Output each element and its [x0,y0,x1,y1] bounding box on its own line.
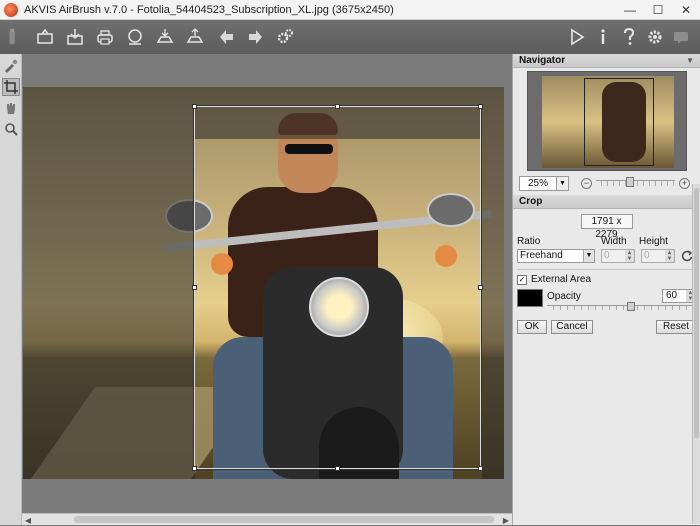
help-icon[interactable] [616,24,642,50]
zoom-controls: 25% ▼ − + [519,175,694,191]
crop-frame[interactable] [192,104,483,471]
collapse-icon[interactable]: ▼ [686,56,694,65]
navigator-preview[interactable] [526,71,687,171]
close-button[interactable]: ✕ [672,0,700,20]
zoom-level-field[interactable]: 25% [519,175,557,191]
reset-button[interactable]: Reset [656,320,696,334]
external-area-row: ✓ External Area [517,274,696,285]
crop-handle-top-left[interactable] [192,104,197,109]
navigator-header[interactable]: Navigator ▼ [513,54,700,68]
run-icon[interactable] [564,24,590,50]
zoom-slider[interactable] [596,177,675,187]
title-bar: AKVIS AirBrush v.7.0 - Fotolia_54404523_… [0,0,700,20]
redo-arrow-icon[interactable] [242,24,268,50]
crop-handle-left[interactable] [192,285,197,290]
app-logo-icon [4,2,18,17]
window-title: AKVIS AirBrush v.7.0 - Fotolia_54404523_… [24,3,394,16]
crop-handle-bottom[interactable] [335,466,340,471]
ratio-dropdown-icon[interactable]: ▼ [583,250,594,262]
crop-handle-bottom-left[interactable] [192,466,197,471]
cancel-button[interactable]: Cancel [551,320,593,334]
notifications-icon[interactable] [668,24,694,50]
width-value: 0 [604,250,610,261]
zoom-slider-thumb[interactable] [626,177,634,187]
navigator-title: Navigator [519,55,566,66]
settings-panel: Navigator ▼ 25% ▼ − + Crop 1791 x 2279 R… [512,54,700,525]
height-label: Height [639,236,668,247]
ok-button[interactable]: OK [517,320,547,334]
width-field: 0 ▲ ▼ [601,249,635,263]
crop-size-readout: 1791 x 2279 [580,214,633,240]
height-value: 0 [644,250,650,261]
maximize-button[interactable]: ☐ [644,0,672,20]
save-icon[interactable] [62,24,88,50]
opacity-value: 60 [666,290,678,301]
open-icon[interactable] [32,24,58,50]
main-toolbar [0,20,700,54]
divider [517,269,696,270]
width-label: Width [601,236,627,247]
hand-tool-icon[interactable] [2,99,20,117]
external-area-settings: Opacity 60 ▲ ▼ [517,289,696,311]
zoom-in-icon[interactable]: + [679,177,690,189]
crop-title: Crop [519,196,543,207]
horizontal-scroll-thumb[interactable] [74,516,494,523]
batch-export-icon[interactable] [182,24,208,50]
scroll-left-icon[interactable]: ◀ [22,514,34,526]
ratio-select[interactable]: Freehand ▼ [517,249,595,263]
panel-scroll-thumb[interactable] [694,188,699,438]
share-icon[interactable] [122,24,148,50]
height-stepper-icon: ▲ ▼ [665,250,674,262]
crop-handle-right[interactable] [478,285,483,290]
bottle-icon [4,24,22,50]
scroll-right-icon[interactable]: ▶ [500,514,512,526]
crop-handle-bottom-right[interactable] [478,466,483,471]
navigator-view-frame[interactable] [583,78,654,166]
preferences-gear-icon[interactable] [642,24,668,50]
batch-import-icon[interactable] [152,24,178,50]
zoom-out-icon[interactable]: − [581,177,592,189]
crop-handle-top-right[interactable] [478,104,483,109]
info-icon[interactable] [590,24,616,50]
zoom-tool-icon[interactable] [2,120,20,138]
tools-panel [0,54,22,525]
crop-tool-icon[interactable] [2,78,20,96]
ratio-label: Ratio [517,236,541,247]
horizontal-scrollbar[interactable]: ◀ ▶ [22,513,512,525]
crop-fields: Freehand ▼ 0 ▲ ▼ 0 ▲ ▼ [517,249,696,263]
print-icon[interactable] [92,24,118,50]
height-field: 0 ▲ ▼ [641,249,675,263]
panel-scrollbar[interactable] [692,184,700,524]
opacity-field[interactable]: 60 ▲ ▼ [662,289,696,303]
crop-field-labels: Ratio Width Height [517,236,696,247]
external-area-checkbox[interactable]: ✓ [517,274,527,285]
undo-arrow-icon[interactable] [214,24,240,50]
width-stepper-icon: ▲ ▼ [625,250,634,262]
crop-handle-top[interactable] [335,104,340,109]
crop-actions: OK Cancel Reset [517,320,696,334]
window-controls: — ☐ ✕ [616,0,700,20]
settings-gears-icon[interactable] [272,24,298,50]
external-color-swatch[interactable] [517,289,543,307]
opacity-label: Opacity [547,290,581,302]
zoom-dropdown-icon[interactable]: ▼ [557,175,569,191]
opacity-slider[interactable] [547,302,696,311]
external-area-label: External Area [531,274,592,285]
airbrush-tool-icon[interactable] [2,57,20,75]
crop-header[interactable]: Crop [513,195,700,209]
minimize-button[interactable]: — [616,0,644,20]
ratio-value: Freehand [520,250,563,261]
opacity-slider-thumb[interactable] [627,302,635,311]
image-canvas[interactable] [22,54,512,513]
